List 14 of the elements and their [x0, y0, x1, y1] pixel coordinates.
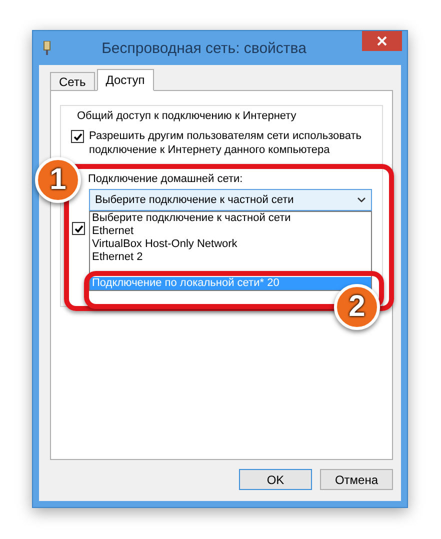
field-label: Подключение домашней сети:	[88, 173, 244, 185]
chevron-down-icon	[357, 197, 366, 203]
tab[interactable]: Сеть	[50, 72, 95, 90]
checkbox[interactable]	[71, 130, 84, 143]
network-adapter-icon	[43, 41, 51, 55]
cancel-button[interactable]: Отмена	[320, 469, 393, 490]
network-dropdown[interactable]: Выберите подключение к частной сети	[89, 189, 372, 211]
checkbox[interactable]	[72, 222, 85, 235]
tab[interactable]: Доступ	[96, 69, 154, 91]
checkbox-label: Разрешить другим пользователям сети использовать подключение к Интернету данного компьютера	[89, 129, 363, 157]
ok-button[interactable]: OK	[239, 469, 312, 490]
close-button[interactable]	[362, 31, 402, 51]
close-icon	[377, 36, 387, 46]
window-title: Беспроводная сеть: свойства	[100, 40, 308, 56]
